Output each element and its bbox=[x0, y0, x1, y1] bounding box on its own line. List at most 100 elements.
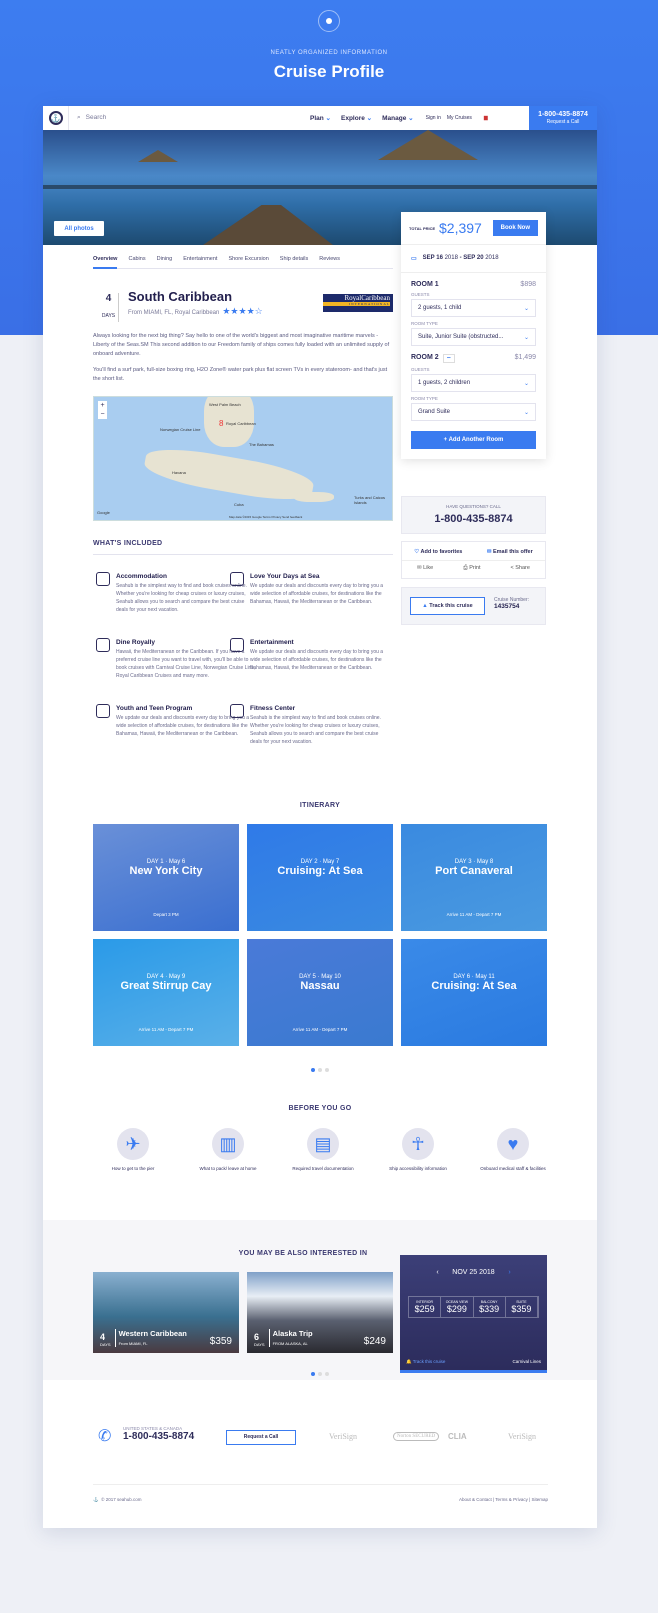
before-you-go-item[interactable]: ♥ Onboard medical staff & facilities bbox=[473, 1128, 553, 1172]
itinerary-day-card[interactable]: DAY 2 · May 7 Cruising: At Sea bbox=[247, 824, 393, 931]
before-you-go-label: How to get to the pier bbox=[111, 1166, 155, 1171]
book-now-button[interactable]: Book Now bbox=[492, 220, 538, 236]
verisign-badge: VeriSign bbox=[508, 1432, 536, 1441]
room-price: $898 bbox=[520, 281, 536, 288]
card-from: From MIAMI, FL bbox=[118, 1341, 148, 1346]
cabin-price[interactable]: OCEAN VIEW $299 bbox=[441, 1297, 474, 1317]
cabin-price[interactable]: SUITE $359 bbox=[506, 1297, 538, 1317]
menu-plan[interactable]: Plan bbox=[310, 114, 331, 122]
itinerary-day-card[interactable]: DAY 4 · May 9 Great Stirrup Cay Arrive 11 … bbox=[93, 939, 239, 1046]
sign-in-link[interactable]: Sign in bbox=[426, 115, 441, 121]
itinerary-day-card[interactable]: DAY 1 · May 6 New York City Depart 3 PM bbox=[93, 824, 239, 931]
print-button[interactable]: ⎙ Print bbox=[463, 565, 480, 572]
menu-manage[interactable]: Manage bbox=[382, 114, 413, 122]
prev-date-button[interactable]: ‹ bbox=[436, 1269, 438, 1276]
tab-overview[interactable]: Overview bbox=[93, 256, 118, 269]
tab-entertainment[interactable]: Entertainment bbox=[183, 256, 217, 262]
guests-select[interactable]: 2 guests, 1 child bbox=[411, 299, 536, 317]
route-map[interactable]: + − West Palm Beach Norwegian Cruise Line… bbox=[93, 396, 393, 521]
itinerary-pagination[interactable] bbox=[311, 1068, 329, 1072]
card-days: 6 bbox=[254, 1332, 260, 1342]
date-end: SEP 20 bbox=[463, 255, 484, 261]
search-input[interactable]: ⌕ Search bbox=[77, 114, 297, 122]
cabin-price[interactable]: INTERIOR $259 bbox=[409, 1297, 442, 1317]
before-you-go-item[interactable]: ☥ Ship accessibility information bbox=[378, 1128, 458, 1172]
guests-value: 2 guests, 1 child bbox=[418, 305, 462, 311]
favorites-label: Add to favorites bbox=[420, 549, 463, 555]
included-item-text: We update our deals and discounts every … bbox=[250, 649, 384, 671]
request-call-button[interactable]: Request a Call bbox=[226, 1430, 296, 1445]
map-zoom-control[interactable]: + − bbox=[98, 401, 107, 419]
questions-label: HAVE QUESTIONS? CALL bbox=[446, 504, 501, 509]
menu-explore[interactable]: Explore bbox=[341, 114, 372, 122]
year-start: 2018 bbox=[444, 255, 458, 261]
tab-ship-details[interactable]: Ship details bbox=[280, 256, 308, 262]
itinerary-day-card[interactable]: DAY 6 · May 11 Cruising: At Sea bbox=[401, 939, 547, 1046]
clia-badge: CLIA bbox=[448, 1432, 467, 1441]
suggestion-card[interactable]: 4 DAYS Western Caribbean From MIAMI, FL $359 bbox=[93, 1272, 239, 1353]
add-favorites-button[interactable]: ♡ Add to favorites bbox=[414, 549, 462, 555]
itinerary-day-card[interactable]: DAY 3 · May 8 Port Canaveral Arrive 11 AM … bbox=[401, 824, 547, 931]
card-days-label: DAYS bbox=[254, 1342, 265, 1347]
before-you-go-item[interactable]: ▥ What to pack/ leave at home bbox=[188, 1128, 268, 1172]
questions-box: HAVE QUESTIONS? CALL 1-800-435-8874 bbox=[401, 496, 546, 534]
footer-phone[interactable]: 1-800-435-8874 bbox=[123, 1431, 194, 1442]
featured-cruise-card[interactable]: ‹ NOV 25 2018 › INTERIOR $259 OCEAN VIEW $2… bbox=[400, 1255, 547, 1373]
map-label: Google bbox=[97, 510, 110, 515]
tab-reviews[interactable]: Reviews bbox=[319, 256, 340, 262]
cabin-price[interactable]: BALCONY $339 bbox=[474, 1297, 506, 1317]
tab-cabins[interactable]: Cabins bbox=[128, 256, 145, 262]
from-text: From MIAMI, FL, Royal Caribbean bbox=[128, 310, 220, 316]
tab-shore-excursion[interactable]: Shore Excursion bbox=[228, 256, 268, 262]
date-range-picker[interactable]: ▭ SEP 16 2018 - SEP 20 2018 bbox=[401, 245, 546, 273]
duration: 4 DAYS bbox=[99, 293, 119, 322]
map-label: Cuba bbox=[234, 502, 244, 507]
before-you-go-item[interactable]: ✈ How to get to the pier bbox=[93, 1128, 173, 1172]
room-price: $1,499 bbox=[514, 354, 536, 361]
map-pin-icon[interactable]: 8 bbox=[219, 419, 223, 428]
cruise-line: Carnival Lines bbox=[512, 1359, 541, 1364]
booking-panel: TOTAL PRICE $2,397 Book Now ▭ SEP 16 2018 -… bbox=[401, 212, 546, 459]
included-item-text: Seahub is the simplest way to find and b… bbox=[250, 715, 381, 745]
itinerary-time: Depart 3 PM bbox=[153, 912, 179, 917]
map-attribution: Map data ©2015 Google Terms Privacy Send… bbox=[229, 515, 303, 519]
room-type-select[interactable]: Suite, Junior Suite (obstructed... bbox=[411, 328, 536, 346]
map-label: Norwegian Cruise Line bbox=[160, 427, 201, 432]
track-cruise-button[interactable]: ▲ Track this cruise bbox=[410, 597, 485, 615]
before-you-go-item[interactable]: ▤ Required travel documentation bbox=[283, 1128, 363, 1172]
suggestion-card[interactable]: 6 DAYS Alaska Trip FROM ALASKA, AL $249 bbox=[247, 1272, 393, 1353]
included-item-title: Love Your Days at Sea bbox=[250, 573, 320, 580]
guests-select[interactable]: 1 guests, 2 children bbox=[411, 374, 536, 392]
questions-phone[interactable]: 1-800-435-8874 bbox=[434, 513, 512, 525]
included-item: Love Your Days at Sea We update our deals… bbox=[230, 572, 390, 606]
request-call-link[interactable]: Request a Call bbox=[547, 119, 580, 125]
share-button[interactable]: < Share bbox=[511, 565, 530, 572]
dining-icon bbox=[96, 638, 110, 652]
like-button[interactable]: ✉ Like bbox=[417, 565, 433, 572]
footer-links[interactable]: About & Contact | Terms & Privacy | Site… bbox=[459, 1497, 548, 1503]
room-type-label: ROOM TYPE bbox=[411, 396, 438, 401]
map-label: Royal Caribbean bbox=[226, 421, 256, 426]
email-offer-button[interactable]: ✉ Email this offer bbox=[487, 549, 533, 555]
track-label: Track this cruise bbox=[429, 603, 473, 609]
add-room-button[interactable]: + Add Another Room bbox=[411, 431, 536, 449]
phone-box[interactable]: 1-800-435-8874 Request a Call bbox=[529, 106, 597, 130]
star-rating: ★★★★☆ bbox=[222, 306, 263, 316]
remove-room-button[interactable]: − bbox=[442, 354, 455, 363]
included-title: WHAT'S INCLUDED bbox=[93, 540, 163, 547]
passport-icon: ▤ bbox=[307, 1128, 339, 1160]
cruise-name: South Caribbean bbox=[128, 289, 233, 304]
logo[interactable]: ⚓ bbox=[43, 106, 69, 130]
flag-icon[interactable]: ▆ bbox=[484, 115, 488, 121]
luggage-icon: ▥ bbox=[212, 1128, 244, 1160]
room-type-select[interactable]: Grand Suite bbox=[411, 403, 536, 421]
my-cruises-link[interactable]: My Cruises bbox=[447, 115, 472, 121]
itinerary-port: Great Stirrup Cay bbox=[120, 980, 212, 992]
all-photos-button[interactable]: All photos bbox=[54, 221, 104, 236]
tab-dining[interactable]: Dining bbox=[157, 256, 173, 262]
featured-track-link[interactable]: 🔔 Track this cruise bbox=[406, 1359, 445, 1365]
interested-pagination[interactable] bbox=[311, 1372, 329, 1376]
next-date-button[interactable]: › bbox=[508, 1269, 510, 1276]
entertainment-icon bbox=[230, 638, 244, 652]
itinerary-day-card[interactable]: DAY 5 · May 10 Nassau Arrive 11 AM - Depar… bbox=[247, 939, 393, 1046]
